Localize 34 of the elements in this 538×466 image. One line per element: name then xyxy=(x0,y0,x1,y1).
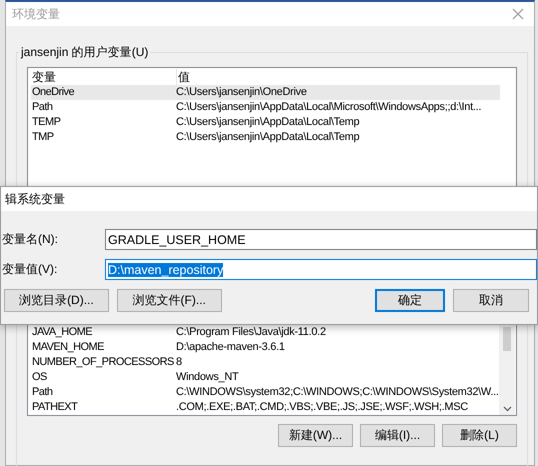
input-field[interactable]: D:\maven_repository xyxy=(105,259,537,280)
table-cell-text: JAVA_HOME xyxy=(31,325,94,340)
group-label: jansenjin 的用户变量(U) xyxy=(20,44,150,61)
close-icon[interactable] xyxy=(512,8,524,20)
action-button[interactable]: 新建(W)... xyxy=(278,424,353,447)
action-button[interactable]: 删除(L) xyxy=(442,424,517,447)
dialog-button[interactable]: 浏览目录(D)... xyxy=(4,289,109,312)
list-row[interactable]: TMP C:\Users\jansenjin\AppData\Local\Temp xyxy=(31,130,500,145)
table-cell: C:\Program Files\Java\jdk-11.0.2 xyxy=(176,325,326,340)
table-cell-text: OS xyxy=(31,370,48,385)
input-field[interactable]: GRADLE_USER_HOME xyxy=(105,229,537,250)
action-button[interactable]: 编辑(I)... xyxy=(360,424,435,447)
table-cell: C:\WINDOWS\system32;C:\WINDOWS;C:\WINDOWS\System32\W... xyxy=(176,385,498,400)
dialog-button[interactable]: 取消 xyxy=(453,289,529,312)
table-cell-text: MAVEN_HOME xyxy=(31,340,105,355)
field-label: 变量名(N): xyxy=(2,231,59,248)
table-cell: D:\apache-maven-3.6.1 xyxy=(176,340,285,355)
scrollbar-thumb[interactable] xyxy=(503,327,511,351)
table-cell: NUMBER_OF_PROCESSORS xyxy=(31,355,174,370)
table-cell-text: PATHEXT xyxy=(31,400,79,415)
dialog-button[interactable]: 确定 xyxy=(374,289,446,312)
table-cell: Windows_NT xyxy=(176,370,238,385)
field-label: 变量值(V): xyxy=(2,261,58,278)
list-row[interactable]: OneDrive C:\Users\jansenjin\OneDrive xyxy=(31,85,500,100)
column-header[interactable]: 值 xyxy=(177,69,190,85)
list-row[interactable]: Path C:\Users\jansenjin\AppData\Local\Microsoft\WindowsApps;;d:\Int... xyxy=(31,100,500,115)
list-row[interactable]: TEMP C:\Users\jansenjin\AppData\Local\Temp xyxy=(31,115,500,130)
scroll-down-icon[interactable] xyxy=(503,406,512,412)
window-title: 环境变量 xyxy=(12,6,60,22)
table-cell: 8 xyxy=(176,355,182,370)
table-cell-text: Path xyxy=(31,385,54,400)
dialog-title: 辑系统变量 xyxy=(5,190,65,208)
table-cell: .COM;.EXE;.BAT;.CMD;.VBS;.VBE;.JS;.JSE;.WSF;.WSH;.MSC xyxy=(176,400,468,415)
dialog-button[interactable]: 浏览文件(F)... xyxy=(116,289,222,312)
